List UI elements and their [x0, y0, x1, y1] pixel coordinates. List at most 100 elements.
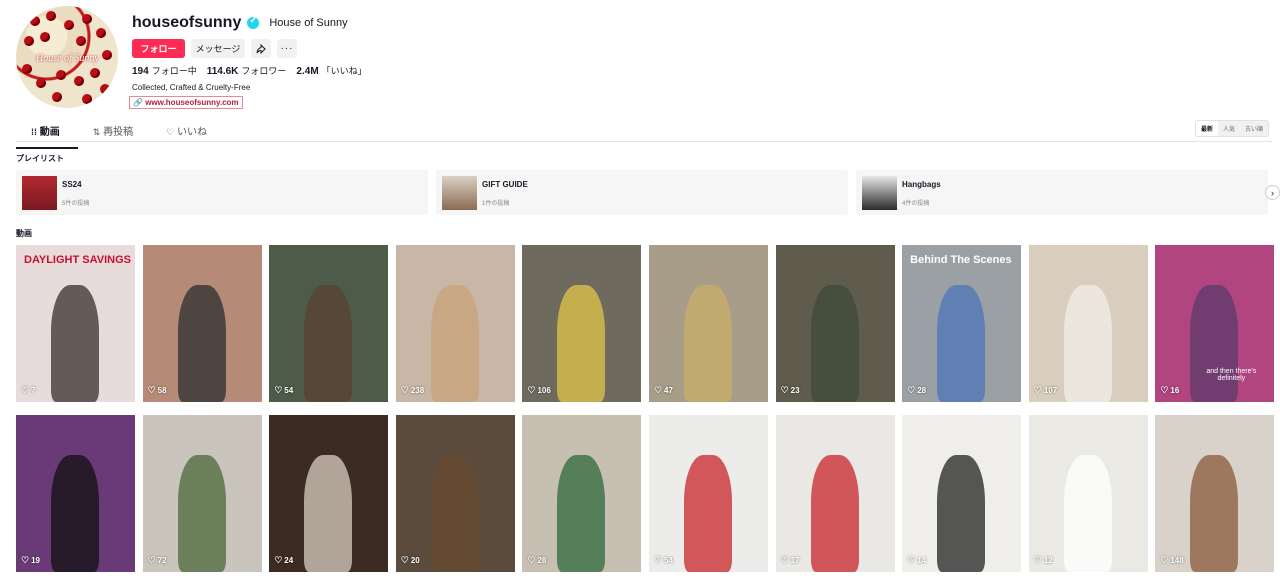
video-like-count: ♡ 17: [780, 555, 800, 565]
playlist-thumbnail: [862, 176, 897, 210]
video-card[interactable]: ♡ 54: [648, 415, 768, 572]
share-icon: [256, 43, 266, 54]
heart-outline-icon: ♡: [147, 385, 156, 395]
repost-icon: ⇅: [92, 127, 101, 137]
video-like-count: ♡ 12: [1033, 555, 1053, 565]
heart-outline-icon: ♡: [1160, 385, 1169, 395]
video-thumbnail-figure: [810, 455, 859, 572]
video-card[interactable]: ♡ 19: [16, 415, 135, 572]
playlist-count: 5件の投稿: [62, 201, 90, 207]
bio: Collected, Crafted & Cruelty-Free: [132, 83, 251, 92]
message-button[interactable]: メッセージ: [191, 39, 245, 58]
video-thumbnail-figure: [51, 455, 99, 572]
video-like-count: ♡ 28: [527, 555, 547, 565]
video-card[interactable]: ♡ 107: [1028, 245, 1148, 402]
video-thumbnail-figure: [683, 285, 732, 402]
video-card[interactable]: ♡ 17: [775, 415, 895, 572]
playlist-count: 4件の投稿: [902, 201, 930, 207]
playlist-heading: プレイリスト: [16, 154, 64, 163]
video-card[interactable]: ♡ 238: [395, 245, 515, 402]
video-thumbnail-figure: [304, 285, 353, 402]
video-card[interactable]: ♡ 24: [269, 415, 389, 572]
video-card[interactable]: ♡ 20: [395, 415, 515, 572]
video-like-count: ♡ 20: [400, 555, 420, 565]
video-thumbnail-figure: [1190, 285, 1239, 402]
avatar-brand-text: House of Sunny: [36, 53, 99, 64]
video-like-count: ♡ 23: [780, 385, 800, 395]
video-card[interactable]: DAYLIGHT SAVINGS ♡ 7: [16, 245, 135, 402]
video-card[interactable]: ♡ 54: [269, 245, 389, 402]
video-thumbnail-figure: [430, 285, 479, 402]
follow-button[interactable]: フォロー: [132, 39, 185, 58]
video-like-count: ♡ 58: [147, 385, 167, 395]
sort-oldest[interactable]: 古い順: [1240, 121, 1268, 136]
playlist-card[interactable]: SS24 5件の投稿: [16, 170, 428, 215]
heart-outline-icon: ♡: [527, 385, 536, 395]
followers-stat[interactable]: 114.6K フォロワー: [207, 64, 287, 77]
video-card[interactable]: ♡ 148: [1155, 415, 1275, 572]
profile-header: House of Sunny houseofsunny House of Sun…: [16, 6, 416, 109]
video-thumbnail-figure: [937, 285, 986, 402]
videos-heading: 動画: [16, 229, 32, 238]
video-card[interactable]: ♡ 12: [1028, 415, 1148, 572]
sort-popular[interactable]: 人気: [1218, 121, 1240, 136]
tab-divider: [16, 141, 1272, 142]
playlist-card[interactable]: GIFT GUIDE 1件の投稿: [436, 170, 848, 215]
likes-stat: 2.4M 「いいね」: [296, 66, 367, 77]
video-thumbnail-figure: [51, 285, 99, 402]
heart-outline-icon: ♡: [780, 555, 789, 565]
video-card[interactable]: ♡ 23: [775, 245, 895, 402]
video-thumbnail-figure: [177, 285, 226, 402]
playlist-next-button[interactable]: ›: [1265, 185, 1280, 200]
video-card[interactable]: ♡ 72: [142, 415, 262, 572]
video-like-count: ♡ 72: [147, 555, 167, 565]
video-like-count: ♡ 47: [653, 385, 673, 395]
heart-outline-icon: ♡: [21, 385, 30, 395]
profile-link[interactable]: 🔗 www.houseofsunny.com: [129, 96, 243, 109]
video-card[interactable]: Behind The Scenes ♡ 28: [902, 245, 1022, 402]
video-card[interactable]: ♡ 14: [902, 415, 1022, 572]
heart-outline-icon: ♡: [147, 555, 156, 565]
video-thumbnail-figure: [557, 455, 606, 572]
video-card[interactable]: ♡ 28: [522, 415, 642, 572]
heart-outline-icon: ♡: [400, 385, 409, 395]
video-card[interactable]: ♡ 58: [142, 245, 262, 402]
heart-outline-icon: ♡: [274, 385, 283, 395]
avatar[interactable]: House of Sunny: [16, 6, 118, 108]
sort-latest[interactable]: 最新: [1196, 121, 1219, 136]
tab-reposts[interactable]: ⇅ 再投稿: [78, 118, 151, 149]
video-card[interactable]: ♡ 106: [522, 245, 642, 402]
video-like-count: ♡ 28: [907, 385, 927, 395]
video-thumbnail-figure: [430, 455, 479, 572]
following-stat[interactable]: 194 フォロー中: [132, 64, 197, 77]
video-overlay-text: DAYLIGHT SAVINGS: [24, 254, 131, 266]
video-like-count: ♡ 54: [653, 555, 673, 565]
username: houseofsunny: [132, 14, 242, 31]
heart-outline-icon: ♡: [527, 555, 536, 565]
video-thumbnail-figure: [937, 455, 986, 572]
more-button[interactable]: ···: [277, 39, 297, 58]
heart-outline-icon: ♡: [653, 385, 663, 395]
playlist-title: SS24: [62, 180, 82, 189]
grid-icon: ⁞⁞: [31, 127, 37, 137]
video-like-count: ♡ 7: [21, 385, 36, 395]
heart-outline-icon: ♡: [1033, 385, 1042, 395]
playlist-card[interactable]: Hangbags 4件の投稿: [856, 170, 1268, 215]
heart-outline-icon: ♡: [780, 385, 789, 395]
playlist-title: GIFT GUIDE: [482, 180, 528, 189]
share-button[interactable]: [251, 39, 271, 58]
playlist-thumbnail: [442, 176, 477, 210]
heart-outline-icon: ♡: [907, 385, 916, 395]
heart-outline-icon: ♡: [653, 555, 663, 565]
nickname: House of Sunny: [269, 17, 348, 29]
video-card[interactable]: ♡ 47: [648, 245, 768, 402]
tab-videos[interactable]: ⁞⁞ 動画: [16, 118, 78, 149]
video-card[interactable]: and then there's definitely ♡ 16: [1155, 245, 1275, 402]
chevron-right-icon: ›: [1271, 187, 1274, 198]
video-thumbnail-figure: [304, 455, 353, 572]
tab-liked[interactable]: ♡ いいね: [151, 118, 225, 149]
username-row: houseofsunny House of Sunny: [132, 14, 348, 32]
video-like-count: ♡ 24: [274, 555, 294, 565]
heart-outline-icon: ♡: [1033, 555, 1042, 565]
playlist-title: Hangbags: [902, 180, 941, 189]
